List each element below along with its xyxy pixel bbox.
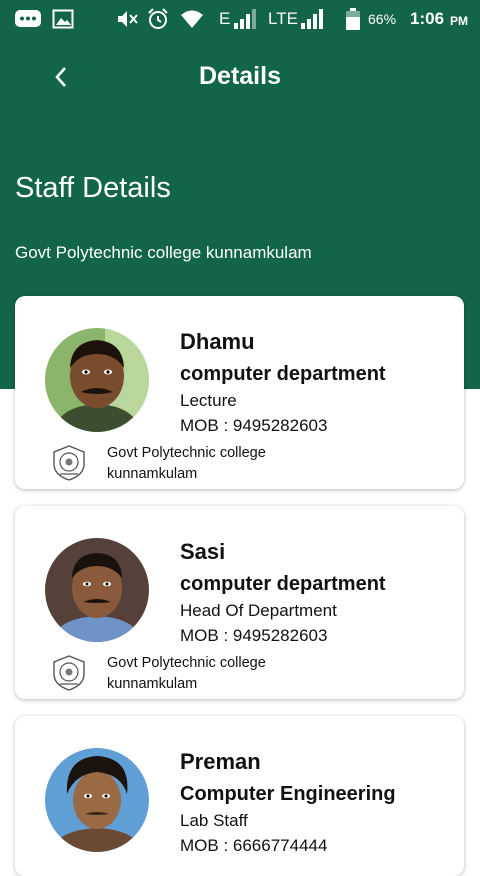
avatar bbox=[45, 538, 149, 642]
message-icon bbox=[14, 0, 42, 38]
staff-card-preman[interactable]: Preman Computer Engineering Lab Staff MO… bbox=[15, 716, 464, 876]
staff-college: Govt Polytechnic college kunnamkulam bbox=[107, 445, 266, 482]
staff-department: computer department bbox=[180, 573, 386, 595]
gallery-icon bbox=[52, 0, 74, 38]
alarm-icon bbox=[146, 0, 170, 38]
avatar bbox=[45, 328, 149, 432]
staff-card-sasi[interactable]: Sasi computer department Head Of Departm… bbox=[15, 506, 464, 699]
staff-role: Head Of Department bbox=[180, 601, 337, 620]
page-title: Details bbox=[199, 62, 281, 90]
staff-department: computer department bbox=[180, 363, 386, 385]
staff-name: Preman bbox=[180, 749, 261, 774]
staff-role: Lecture bbox=[180, 391, 237, 410]
battery-icon bbox=[346, 0, 360, 38]
staff-name: Dhamu bbox=[180, 329, 255, 354]
network-e-label: E bbox=[219, 9, 231, 28]
network-lte-label: LTE bbox=[268, 9, 298, 28]
staff-name: Sasi bbox=[180, 539, 226, 564]
staff-mobile: MOB : 6666774444 bbox=[180, 836, 328, 855]
section-subtitle: Govt Polytechnic college kunnamkulam bbox=[15, 243, 312, 262]
status-bar: E LTE 66% 1:06 PM bbox=[0, 0, 480, 38]
signal-icon bbox=[233, 0, 259, 38]
college-logo-icon bbox=[50, 444, 88, 482]
staff-mobile: MOB : 9495282603 bbox=[180, 416, 328, 435]
signal-icon-2 bbox=[300, 0, 326, 38]
staff-card-dhamu[interactable]: Dhamu computer department Lecture MOB : … bbox=[15, 296, 464, 489]
staff-mobile: MOB : 9495282603 bbox=[180, 626, 328, 645]
clock-ampm: PM bbox=[450, 14, 468, 28]
staff-department: Computer Engineering bbox=[180, 783, 396, 805]
battery-percent: 66% bbox=[368, 11, 397, 27]
staff-role: Lab Staff bbox=[180, 811, 248, 830]
college-logo-icon bbox=[50, 654, 88, 692]
avatar bbox=[45, 748, 149, 852]
section-title: Staff Details bbox=[15, 172, 171, 204]
mute-icon bbox=[116, 0, 140, 38]
clock-time: 1:06 bbox=[410, 9, 445, 28]
staff-college: Govt Polytechnic college kunnamkulam bbox=[107, 655, 266, 692]
wifi-icon bbox=[180, 0, 204, 38]
